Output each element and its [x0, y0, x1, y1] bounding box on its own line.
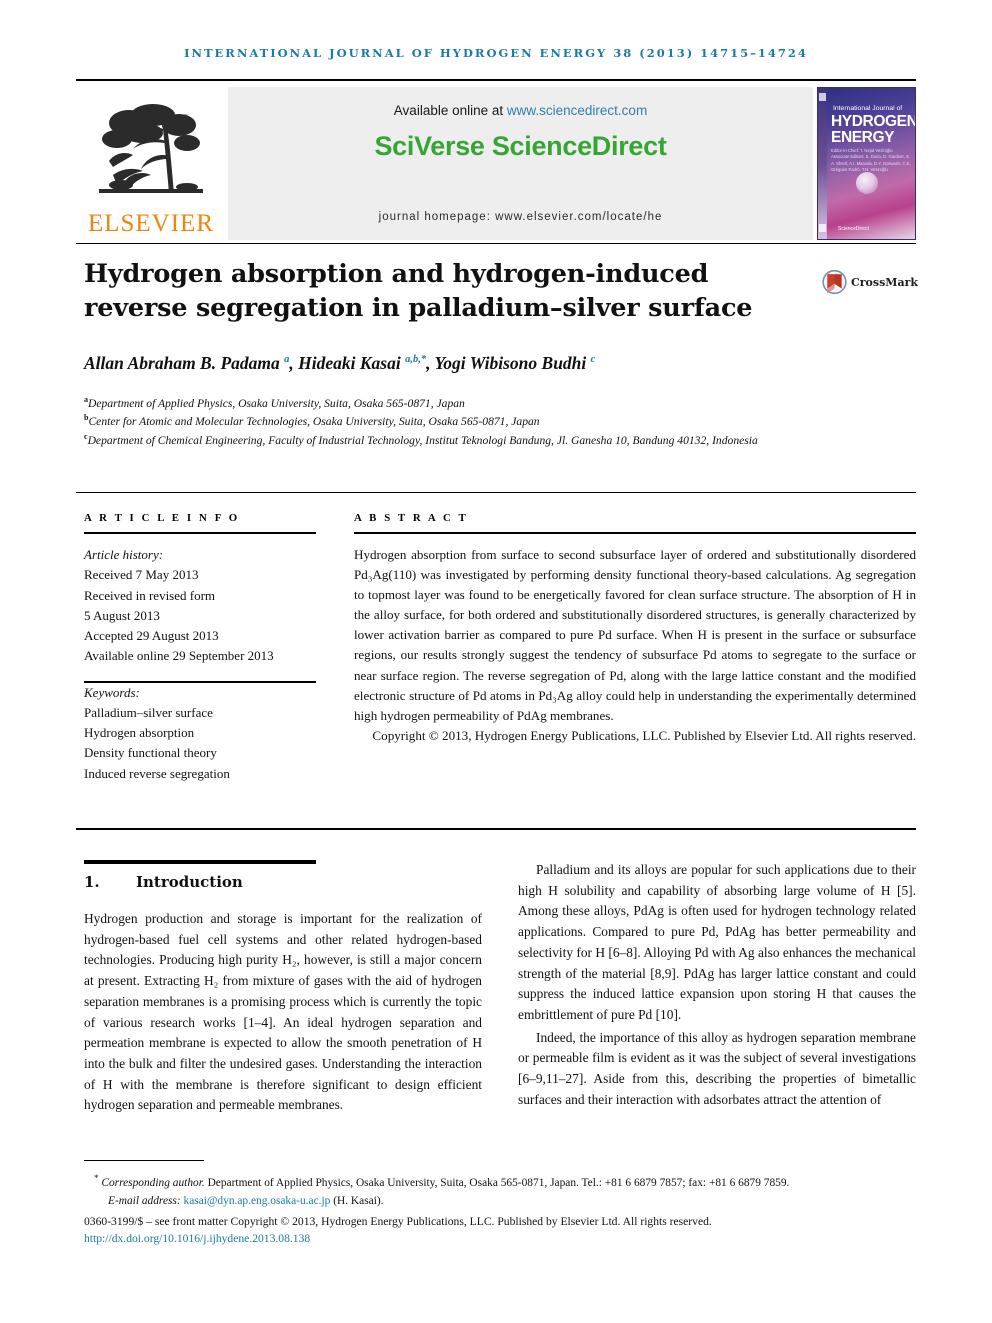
- keywords-block: Keywords: Palladium–silver surface Hydro…: [84, 683, 316, 784]
- abstract-block-top-rule: [76, 492, 916, 493]
- available-online-prefix: Available online at: [393, 103, 507, 118]
- sciencedirect-box: Available online at www.sciencedirect.co…: [228, 87, 813, 240]
- affiliation-item: bCenter for Atomic and Molecular Technol…: [84, 412, 854, 430]
- doi-link[interactable]: http://dx.doi.org/10.1016/j.ijhydene.201…: [84, 1231, 916, 1248]
- history-item: Received 7 May 2013: [84, 567, 199, 583]
- email-link[interactable]: kasai@dyn.ap.eng.osaka-u.ac.jp: [184, 1195, 331, 1207]
- sciencedirect-banner: ELSEVIER Available online at www.science…: [76, 87, 916, 240]
- email-note: E-mail address: kasai@dyn.ap.eng.osaka-u…: [84, 1193, 916, 1210]
- article-info-heading-rule: [84, 532, 316, 534]
- crossmark-badge[interactable]: CrossMark: [822, 258, 918, 306]
- page-title: Hydrogen absorption and hydrogen-induced…: [84, 258, 764, 326]
- email-owner: (H. Kasai).: [333, 1195, 384, 1208]
- abstract-heading-rule: [354, 532, 916, 534]
- cover-line-international-journal: International Journal of: [833, 105, 903, 112]
- article-info-column: A R T I C L E I N F O Article history: R…: [84, 512, 316, 784]
- history-item: Available online 29 September 2013: [84, 648, 274, 664]
- section-heading-rule: [84, 860, 316, 864]
- sciencedirect-url-link[interactable]: www.sciencedirect.com: [507, 103, 647, 118]
- cover-elsevier-mark-bottom: [819, 224, 826, 232]
- corresponding-author-marker: *: [94, 1173, 99, 1183]
- abstract-copyright: Copyright © 2013, Hydrogen Energy Public…: [372, 727, 916, 743]
- body-paragraph: Hydrogen production and storage is impor…: [84, 911, 482, 1113]
- section-heading: 1. Introduction: [84, 873, 482, 891]
- body-column-right: Palladium and its alloys are popular for…: [518, 860, 916, 1112]
- author-list: Allan Abraham B. Padama a, Hideaki Kasai…: [84, 353, 824, 374]
- affiliation-text: Department of Chemical Engineering, Facu…: [87, 433, 758, 447]
- section-title: Introduction: [136, 873, 243, 891]
- history-item: Accepted 29 August 2013: [84, 628, 219, 644]
- journal-homepage-line[interactable]: journal homepage: www.elsevier.com/locat…: [228, 211, 813, 223]
- keyword-item: Palladium–silver surface: [84, 704, 213, 720]
- corresponding-author-note: * Corresponding author. Department of Ap…: [84, 1172, 916, 1191]
- crossmark-icon: [822, 269, 847, 295]
- cover-sphere-graphic: [856, 172, 878, 194]
- cover-elsevier-mark-top: [819, 93, 826, 101]
- elsevier-wordmark: ELSEVIER: [87, 210, 215, 237]
- article-page: INTERNATIONAL JOURNAL OF HYDROGEN ENERGY…: [0, 0, 992, 1323]
- body-column-left: 1. Introduction Hydrogen production and s…: [84, 860, 482, 1118]
- title-line-2: reverse segregation in palladium–silver …: [84, 292, 753, 323]
- available-online-line: Available online at www.sciencedirect.co…: [394, 103, 647, 118]
- affiliation-text: Department of Applied Physics, Osaka Uni…: [88, 396, 465, 410]
- journal-running-head: INTERNATIONAL JOURNAL OF HYDROGEN ENERGY…: [76, 46, 916, 60]
- abstract-text: Hydrogen absorption from surface to seco…: [354, 547, 916, 723]
- footnote-rule: [84, 1160, 204, 1161]
- abstract-heading: A B S T R A C T: [354, 512, 469, 524]
- affiliation-item: aDepartment of Applied Physics, Osaka Un…: [84, 394, 854, 412]
- keyword-item: Induced reverse segregation: [84, 765, 230, 781]
- issn-copyright-line: 0360-3199/$ – see front matter Copyright…: [84, 1215, 712, 1229]
- crossmark-label: CrossMark: [851, 275, 918, 289]
- journal-cover-thumbnail: International Journal of HYDROGEN ENERGY…: [817, 87, 916, 240]
- email-label: E-mail address:: [108, 1195, 181, 1208]
- title-line-1: Hydrogen absorption and hydrogen-induced: [84, 259, 709, 289]
- body-paragraph: Indeed, the importance of this alloy as …: [518, 1029, 916, 1107]
- keywords-label: Keywords:: [84, 684, 140, 700]
- cover-sciencedirect-brand: ScienceDirect: [838, 226, 869, 232]
- page-footer: * Corresponding author. Department of Ap…: [84, 1172, 916, 1248]
- keyword-item: Density functional theory: [84, 745, 217, 761]
- abstract-block-bottom-rule: [76, 828, 916, 830]
- history-item: 5 August 2013: [84, 607, 160, 623]
- corresponding-author-label: Corresponding author.: [101, 1176, 205, 1189]
- affiliation-list: aDepartment of Applied Physics, Osaka Un…: [84, 394, 854, 449]
- elsevier-logo: ELSEVIER: [76, 87, 226, 240]
- article-history-label: Article history:: [84, 547, 164, 562]
- running-head-text: INTERNATIONAL JOURNAL OF HYDROGEN ENERGY…: [184, 46, 808, 60]
- cover-editors-text: Editor-in-Chief: T. Nejat Veziroğlu Asso…: [831, 148, 911, 172]
- banner-bottom-rule: [76, 243, 916, 244]
- section-number: 1.: [84, 873, 100, 891]
- cover-spine: [818, 88, 827, 239]
- affiliation-item: cDepartment of Chemical Engineering, Fac…: [84, 431, 854, 449]
- keyword-item: Hydrogen absorption: [84, 725, 195, 741]
- author-names: Allan Abraham B. Padama a, Hideaki Kasai…: [84, 353, 596, 373]
- article-history-block: Article history: Received 7 May 2013 Rec…: [84, 545, 316, 667]
- header-rule: [76, 79, 916, 81]
- history-item: Received in revised form: [84, 587, 216, 603]
- sciverse-sciencedirect-wordmark: SciVerse ScienceDirect: [374, 131, 667, 161]
- body-paragraph: Palladium and its alloys are popular for…: [518, 862, 916, 1022]
- cover-line-energy: ENERGY: [831, 129, 895, 146]
- elsevier-tree-icon: [99, 104, 203, 193]
- affiliation-text: Center for Atomic and Molecular Technolo…: [88, 415, 540, 429]
- article-info-heading: A R T I C L E I N F O: [84, 512, 240, 524]
- body-columns: 1. Introduction Hydrogen production and s…: [84, 860, 916, 1155]
- abstract-column: A B S T R A C T Hydrogen absorption from…: [354, 512, 916, 746]
- corresponding-author-text: Department of Applied Physics, Osaka Uni…: [204, 1176, 790, 1189]
